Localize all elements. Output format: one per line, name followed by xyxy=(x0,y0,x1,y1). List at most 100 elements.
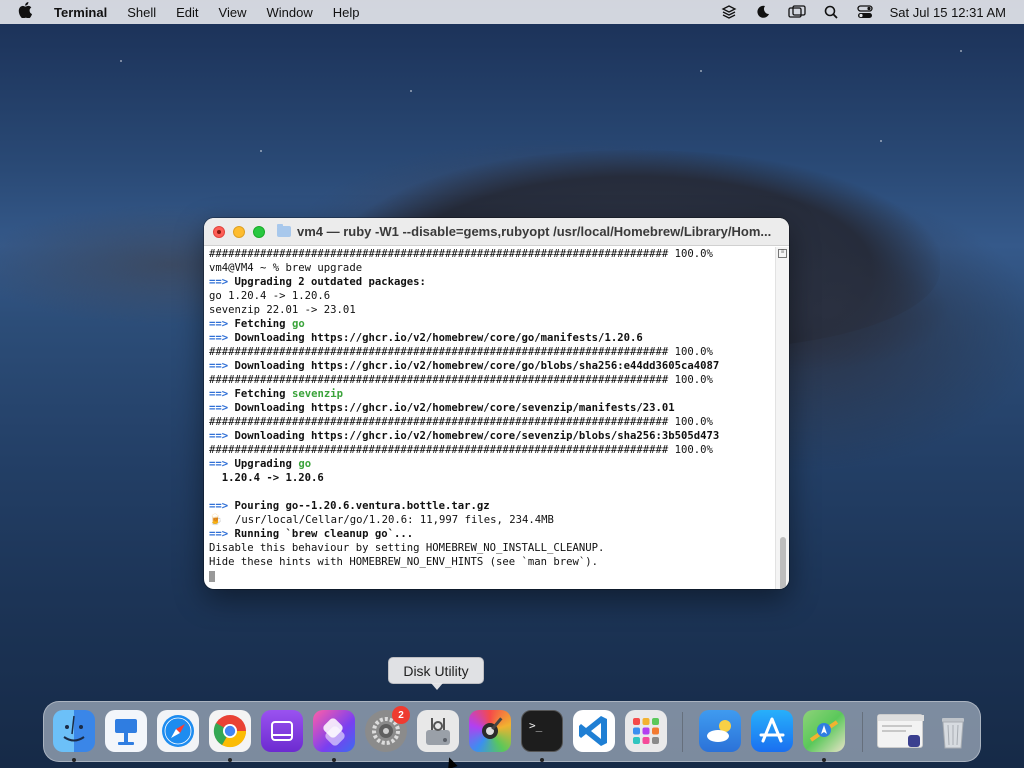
keynote-icon[interactable] xyxy=(105,710,147,752)
terminal-line: ==> Upgrading 2 outdated packages: xyxy=(209,275,775,289)
menu-clock[interactable]: Sat Jul 15 12:31 AM xyxy=(882,5,1024,20)
terminal-line: ==> Downloading https://ghcr.io/v2/homeb… xyxy=(209,429,775,443)
line-text: Running `brew cleanup go`... xyxy=(234,528,414,540)
window-titlebar[interactable]: vm4 — ruby -W1 --disable=gems,rubyopt /u… xyxy=(204,218,789,246)
arrow-marker: ==> xyxy=(209,332,235,344)
wallpaper-star xyxy=(700,70,702,72)
terminal-line: ==> Upgrading go xyxy=(209,457,775,471)
package-name: go xyxy=(298,458,312,470)
line-text: Upgrading xyxy=(234,458,292,470)
terminal-line: go 1.20.4 -> 1.20.6 xyxy=(209,290,331,302)
terminal-icon[interactable]: >_ xyxy=(521,710,563,752)
zoom-button[interactable] xyxy=(253,225,265,238)
scroll-marks-icon[interactable]: ≡ xyxy=(778,249,787,258)
minimize-button[interactable] xyxy=(233,225,245,238)
close-dot-icon xyxy=(217,229,221,234)
menu-edit[interactable]: Edit xyxy=(166,5,208,20)
line-text: Pouring go--1.20.6.ventura.bottle.tar.gz xyxy=(234,500,490,512)
dock-tooltip: Disk Utility xyxy=(388,657,484,690)
scrollbar-thumb[interactable] xyxy=(780,537,786,589)
arrow-marker: ==> xyxy=(209,458,235,470)
apple-menu-icon[interactable] xyxy=(0,2,50,22)
arrow-marker: ==> xyxy=(209,430,235,442)
menu-view[interactable]: View xyxy=(209,5,257,20)
arrow-marker: ==> xyxy=(209,388,235,400)
control-center-icon[interactable] xyxy=(848,5,882,19)
close-button[interactable] xyxy=(213,225,225,238)
colorsync-icon[interactable] xyxy=(469,710,511,752)
notification-badge: 2 xyxy=(392,706,410,724)
line-text: Fetching xyxy=(234,318,286,330)
terminal-line: Hide these hints with HOMEBREW_NO_ENV_HI… xyxy=(209,556,599,568)
wallpaper-star xyxy=(260,150,262,152)
terminal-line: ==> Running `brew cleanup go`... xyxy=(209,527,775,541)
safari-icon[interactable] xyxy=(157,710,199,752)
menu-bar: Terminal Shell Edit View Window Help Sat… xyxy=(0,0,1024,24)
app-store-icon[interactable] xyxy=(751,710,793,752)
terminal-line: ==> Fetching sevenzip xyxy=(209,387,775,401)
arrow-marker: ==> xyxy=(209,276,235,288)
terminal-line: ########################################… xyxy=(209,248,713,260)
line-text: /usr/local/Cellar/go/1.20.6: 11,997 file… xyxy=(222,514,554,526)
arrow-marker: ==> xyxy=(209,360,235,372)
maps-icon[interactable] xyxy=(803,710,845,752)
arrow-marker: ==> xyxy=(209,318,235,330)
menu-app-terminal[interactable]: Terminal xyxy=(50,5,117,20)
terminal-line: sevenzip 22.01 -> 23.01 xyxy=(209,304,356,316)
terminal-line: ==> Downloading https://ghcr.io/v2/homeb… xyxy=(209,331,775,345)
terminal-line: ==> Downloading https://ghcr.io/v2/homeb… xyxy=(209,401,775,415)
terminal-line: ==> Pouring go--1.20.6.ventura.bottle.ta… xyxy=(209,499,775,513)
line-text: Fetching xyxy=(234,388,286,400)
finder-icon[interactable] xyxy=(53,710,95,752)
dock-separator xyxy=(682,712,683,752)
shortcuts-icon[interactable] xyxy=(313,710,355,752)
terminal-output[interactable]: ########################################… xyxy=(204,247,775,589)
terminal-line: ########################################… xyxy=(209,346,713,358)
running-indicator xyxy=(332,758,336,762)
disk-utility-icon[interactable] xyxy=(417,710,459,752)
beer-icon: 🍺 xyxy=(209,514,223,526)
terminal-line: ==> Fetching go xyxy=(209,317,775,331)
wallpaper-star xyxy=(410,90,412,92)
terminal-line: ########################################… xyxy=(209,374,713,386)
podcasts-icon[interactable] xyxy=(261,710,303,752)
line-text: Downloading https://ghcr.io/v2/homebrew/… xyxy=(234,360,720,372)
dock-separator xyxy=(862,712,863,752)
terminal-line: ########################################… xyxy=(209,444,713,456)
focus-moon-icon[interactable] xyxy=(746,5,780,19)
layers-status-icon[interactable] xyxy=(712,4,746,20)
wallpaper-star xyxy=(120,60,122,62)
window-title: vm4 — ruby -W1 --disable=gems,rubyopt /u… xyxy=(297,224,772,239)
svg-text:>_: >_ xyxy=(529,719,543,732)
terminal-line: 1.20.4 -> 1.20.6 xyxy=(209,472,324,484)
screen-mirroring-icon[interactable] xyxy=(780,5,814,19)
chrome-icon[interactable] xyxy=(209,710,251,752)
running-indicator xyxy=(228,758,232,762)
package-name: sevenzip xyxy=(291,388,343,400)
dock: 2 >_ xyxy=(43,701,981,762)
scrollbar[interactable]: ≡ xyxy=(775,247,789,589)
launchpad-icon[interactable] xyxy=(625,710,667,752)
menu-help[interactable]: Help xyxy=(323,5,370,20)
line-text: Downloading https://ghcr.io/v2/homebrew/… xyxy=(234,332,643,344)
terminal-window[interactable]: vm4 — ruby -W1 --disable=gems,rubyopt /u… xyxy=(204,218,789,589)
menu-window[interactable]: Window xyxy=(257,5,323,20)
terminal-line: 🍺 /usr/local/Cellar/go/1.20.6: 11,997 fi… xyxy=(209,513,775,527)
minimized-window-thumbnail[interactable] xyxy=(877,714,924,748)
wallpaper-star xyxy=(880,140,882,142)
spotlight-search-icon[interactable] xyxy=(814,5,848,19)
vscode-icon[interactable] xyxy=(573,710,615,752)
arrow-marker: ==> xyxy=(209,500,235,512)
wallpaper-star xyxy=(960,50,962,52)
terminal-line: vm4@VM4 ~ % brew upgrade xyxy=(209,262,363,274)
weather-icon[interactable] xyxy=(699,710,741,752)
running-indicator xyxy=(72,758,76,762)
menu-shell[interactable]: Shell xyxy=(117,5,166,20)
terminal-line: Disable this behaviour by setting HOMEBR… xyxy=(209,542,605,554)
running-indicator xyxy=(540,758,544,762)
terminal-cursor-line[interactable] xyxy=(209,569,775,583)
line-text: Downloading https://ghcr.io/v2/homebrew/… xyxy=(234,402,675,414)
text-cursor xyxy=(209,570,215,582)
trash-icon[interactable] xyxy=(932,710,974,752)
arrow-marker: ==> xyxy=(209,402,235,414)
